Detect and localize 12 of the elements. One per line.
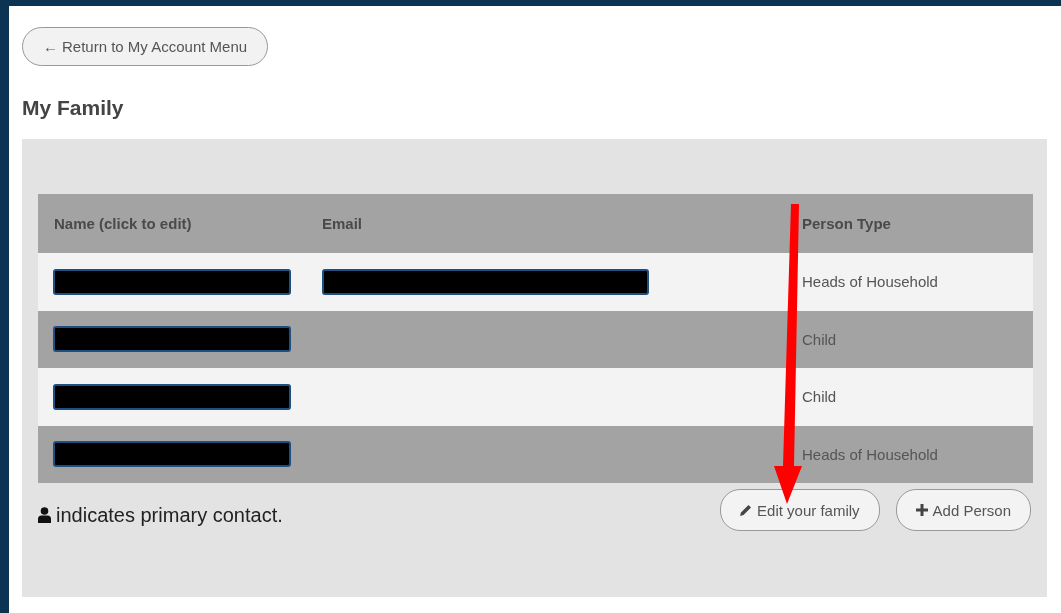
person-type: Child [802, 330, 837, 348]
legend-text: indicates primary contact. [56, 503, 283, 527]
column-header: Email [321, 215, 364, 232]
person-type: Heads of Household [802, 273, 938, 291]
person-type: Heads of Household [802, 445, 938, 463]
column-header: Person Type [801, 215, 892, 232]
person-type: Child [802, 388, 837, 406]
return-button[interactable]: ← Return to My Account Menu [22, 27, 269, 66]
add-person-button[interactable]: Add Person [895, 489, 1031, 531]
column-header: Name (click to edit) [53, 215, 193, 232]
edit-family-button[interactable]: Edit your family [720, 489, 880, 531]
page-title: My Family [22, 96, 125, 120]
